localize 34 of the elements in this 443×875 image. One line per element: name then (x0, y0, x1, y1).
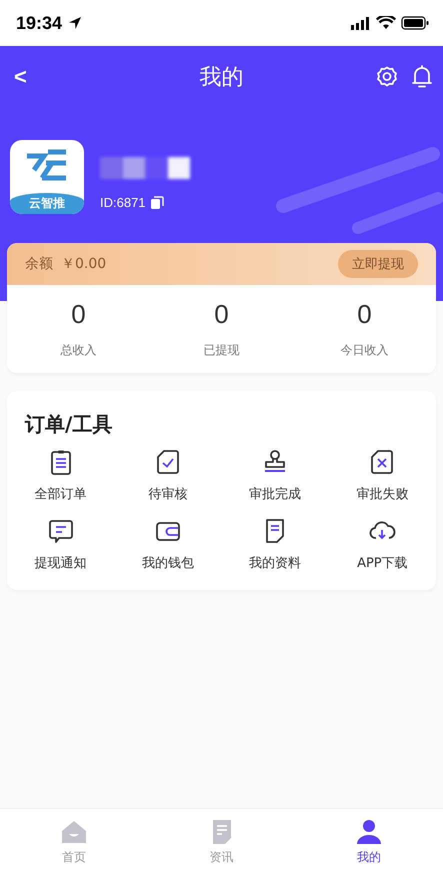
wifi-icon (376, 16, 396, 30)
signal-icon (351, 16, 371, 30)
settings-icon[interactable] (375, 65, 399, 89)
back-button[interactable]: < (10, 64, 31, 90)
section-title: 订单/工具 (24, 411, 114, 438)
battery-icon (401, 16, 429, 30)
balance-amount: ￥0.00 (61, 255, 106, 273)
tool-item[interactable]: 审批完成 (222, 448, 329, 503)
tool-item[interactable]: APP下载 (328, 517, 436, 572)
stat-value: 0 (357, 299, 372, 330)
person-icon (356, 818, 382, 844)
user-id: ID:6871 (100, 195, 146, 210)
balance-label: 余额 (25, 255, 53, 273)
stat-value: 0 (71, 299, 86, 330)
stat-label: 总收入 (60, 342, 96, 359)
tool-item[interactable]: 审批失败 (328, 448, 436, 503)
tool-item[interactable]: 我的资料 (222, 517, 329, 572)
tab-bar-item[interactable]: 我的 (295, 809, 443, 875)
logo-text: 云智推 (10, 193, 84, 214)
copy-icon[interactable] (150, 196, 164, 210)
tool-item[interactable]: 待审核 (114, 448, 222, 503)
notification-bell-icon[interactable] (411, 64, 433, 90)
withdraw-button[interactable]: 立即提现 (338, 250, 418, 278)
stat-label: 今日收入 (340, 342, 388, 359)
tool-item[interactable]: 提现通知 (7, 517, 114, 572)
status-time: 19:34 (16, 12, 62, 34)
location-icon (67, 15, 84, 31)
page-title: 我的 (200, 64, 244, 92)
message-icon (46, 517, 75, 545)
tool-item[interactable]: 全部订单 (7, 448, 114, 503)
stat-label: 已提现 (204, 342, 240, 359)
stat-value: 0 (214, 299, 229, 330)
tool-item[interactable]: 我的钱包 (114, 517, 222, 572)
home-icon (60, 818, 87, 844)
